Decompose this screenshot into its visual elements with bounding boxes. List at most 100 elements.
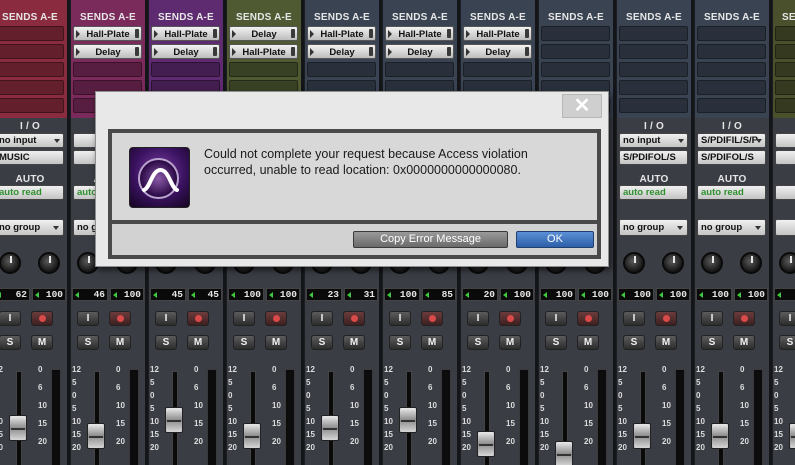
automation-mode-selector[interactable]: auto read <box>697 185 766 200</box>
send-slot-empty[interactable] <box>697 62 766 77</box>
solo-button[interactable]: S <box>623 335 645 350</box>
input-monitor-button[interactable]: I <box>701 311 723 326</box>
solo-button[interactable]: S <box>77 335 99 350</box>
volume-fader[interactable] <box>633 423 651 449</box>
output-selector[interactable] <box>775 150 795 165</box>
send-slot-empty[interactable] <box>541 44 610 59</box>
output-selector[interactable]: MUSIC <box>0 150 64 165</box>
automation-mode-selector[interactable]: auto read <box>619 185 688 200</box>
solo-button[interactable]: S <box>155 335 177 350</box>
send-slot-empty[interactable] <box>697 26 766 41</box>
group-selector[interactable] <box>775 219 795 236</box>
volume-fader[interactable] <box>321 415 339 441</box>
send-slot-empty[interactable] <box>0 44 64 59</box>
volume-fader[interactable] <box>9 415 27 441</box>
send-slot-empty[interactable] <box>619 44 688 59</box>
mute-button[interactable]: M <box>265 335 287 350</box>
record-button[interactable] <box>187 311 209 326</box>
send-slot-empty[interactable] <box>775 80 795 95</box>
record-button[interactable] <box>109 311 131 326</box>
send-slot-empty[interactable] <box>0 26 64 41</box>
send-slot-empty[interactable] <box>73 62 142 77</box>
solo-button[interactable]: S <box>701 335 723 350</box>
pan-left-knob[interactable] <box>623 252 645 274</box>
volume-fader[interactable] <box>243 423 261 449</box>
input-selector[interactable] <box>775 133 795 148</box>
mute-button[interactable]: M <box>499 335 521 350</box>
mute-button[interactable]: M <box>109 335 131 350</box>
send-slot-empty[interactable] <box>619 62 688 77</box>
mute-button[interactable]: M <box>421 335 443 350</box>
record-button[interactable] <box>577 311 599 326</box>
send-slot-empty[interactable] <box>385 62 454 77</box>
send-slot[interactable]: Delay <box>73 44 142 59</box>
volume-fader[interactable] <box>87 423 105 449</box>
solo-button[interactable]: S <box>0 335 21 350</box>
send-slot[interactable]: Delay <box>385 44 454 59</box>
send-slot-empty[interactable] <box>0 98 64 113</box>
solo-button[interactable]: S <box>545 335 567 350</box>
output-selector[interactable]: S/PDIFOL/S <box>619 150 688 165</box>
send-slot-empty[interactable] <box>775 62 795 77</box>
volume-fader[interactable] <box>711 423 729 449</box>
output-selector[interactable]: S/PDIFOL/S <box>697 150 766 165</box>
pan-right-knob[interactable] <box>662 252 684 274</box>
solo-button[interactable]: S <box>467 335 489 350</box>
copy-error-message-button[interactable]: Copy Error Message <box>353 231 508 248</box>
volume-fader[interactable] <box>399 407 417 433</box>
input-monitor-button[interactable]: I <box>155 311 177 326</box>
input-monitor-button[interactable]: I <box>467 311 489 326</box>
record-button[interactable] <box>265 311 287 326</box>
send-slot[interactable]: Hall-Plate <box>151 26 220 41</box>
pan-left-knob[interactable] <box>779 252 795 274</box>
input-monitor-button[interactable]: I <box>545 311 567 326</box>
mute-button[interactable]: M <box>31 335 53 350</box>
send-slot[interactable]: Delay <box>307 44 376 59</box>
solo-button[interactable]: S <box>233 335 255 350</box>
input-monitor-button[interactable]: I <box>311 311 333 326</box>
volume-fader[interactable] <box>165 407 183 433</box>
pan-left-knob[interactable] <box>0 252 21 274</box>
send-slot-empty[interactable] <box>775 98 795 113</box>
input-monitor-button[interactable]: I <box>779 311 795 326</box>
send-slot[interactable]: Hall-Plate <box>73 26 142 41</box>
record-button[interactable] <box>733 311 755 326</box>
solo-button[interactable]: S <box>389 335 411 350</box>
input-monitor-button[interactable]: I <box>233 311 255 326</box>
pan-left-knob[interactable] <box>701 252 723 274</box>
send-slot-empty[interactable] <box>463 62 532 77</box>
mute-button[interactable]: M <box>187 335 209 350</box>
input-selector[interactable]: S/PDIFIL/S/P <box>697 133 766 148</box>
automation-mode-selector[interactable] <box>775 185 795 200</box>
send-slot-empty[interactable] <box>697 44 766 59</box>
solo-button[interactable]: S <box>311 335 333 350</box>
send-slot-empty[interactable] <box>0 62 64 77</box>
send-slot-empty[interactable] <box>775 44 795 59</box>
record-button[interactable] <box>499 311 521 326</box>
send-slot[interactable]: Hall-Plate <box>463 26 532 41</box>
send-slot-empty[interactable] <box>697 80 766 95</box>
send-slot-empty[interactable] <box>541 26 610 41</box>
group-selector[interactable]: no group <box>0 219 64 236</box>
input-monitor-button[interactable]: I <box>623 311 645 326</box>
send-slot[interactable]: Delay <box>151 44 220 59</box>
send-slot[interactable]: Hall-Plate <box>385 26 454 41</box>
send-slot-empty[interactable] <box>619 80 688 95</box>
send-slot-empty[interactable] <box>0 80 64 95</box>
group-selector[interactable]: no group <box>697 219 766 236</box>
mute-button[interactable]: M <box>577 335 599 350</box>
volume-fader[interactable] <box>555 441 573 465</box>
send-slot[interactable]: Hall-Plate <box>307 26 376 41</box>
send-slot-empty[interactable] <box>775 26 795 41</box>
group-selector[interactable]: no group <box>619 219 688 236</box>
send-slot-empty[interactable] <box>619 98 688 113</box>
send-slot-empty[interactable] <box>619 26 688 41</box>
input-selector[interactable]: no input <box>619 133 688 148</box>
send-slot[interactable]: Delay <box>229 26 298 41</box>
pan-right-knob[interactable] <box>38 252 60 274</box>
volume-fader[interactable] <box>789 423 795 449</box>
automation-mode-selector[interactable]: auto read <box>0 185 64 200</box>
volume-fader[interactable] <box>477 431 495 457</box>
mute-button[interactable]: M <box>343 335 365 350</box>
solo-button[interactable]: S <box>779 335 795 350</box>
